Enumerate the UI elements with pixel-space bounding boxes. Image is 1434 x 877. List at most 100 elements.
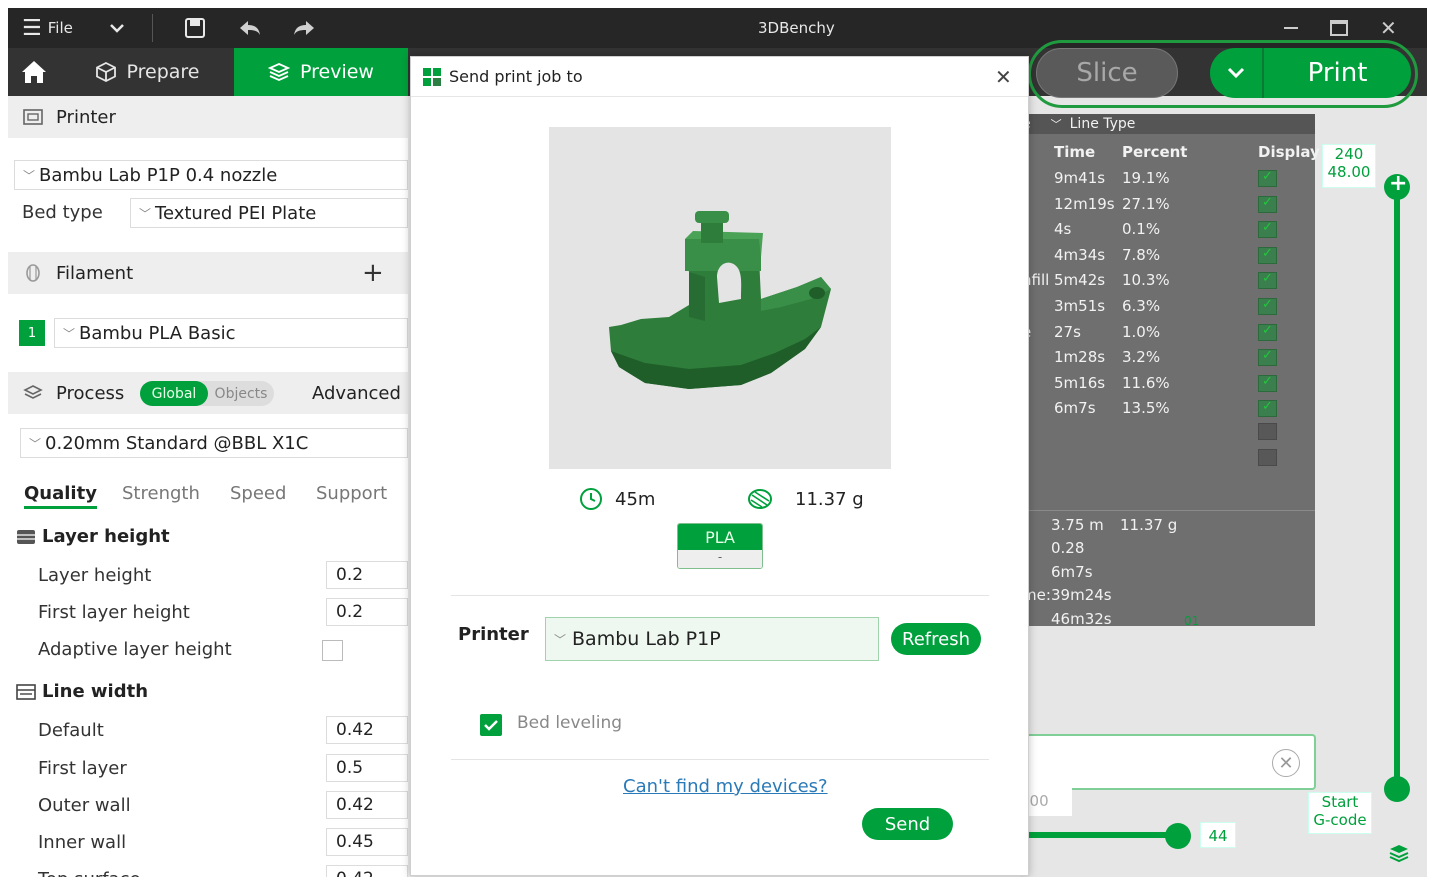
filament-select[interactable]: ﹀ Bambu PLA Basic xyxy=(54,318,408,348)
gcode-search-box[interactable]: ✕ xyxy=(1020,734,1316,790)
line-width-group-label: Line width xyxy=(42,681,149,702)
stats-header-display: Display xyxy=(1258,143,1320,161)
filament-slot-badge[interactable]: 1 xyxy=(19,320,45,346)
toggle-objects[interactable]: Objects xyxy=(208,381,274,406)
clear-icon[interactable]: ✕ xyxy=(1272,749,1300,777)
target-printer-select[interactable]: ﹀ Bambu Lab P1P xyxy=(545,617,879,661)
advanced-label[interactable]: Advanced xyxy=(312,383,401,404)
redo-icon[interactable] xyxy=(292,8,316,48)
layers-icon xyxy=(268,63,291,81)
line-width-default-input[interactable]: 0.42 xyxy=(326,716,408,744)
layer-height-input[interactable]: 0.2 xyxy=(326,561,408,589)
layer-slider-bottom-tag: Start G-code xyxy=(1308,792,1372,834)
process-preset-value: 0.20mm Standard @BBL X1C xyxy=(45,432,309,454)
process-section-title: Process xyxy=(56,382,125,404)
tab-preview[interactable]: Preview xyxy=(234,48,408,96)
add-filament-icon[interactable]: + xyxy=(362,258,384,288)
layer-slider-track[interactable] xyxy=(1394,186,1400,790)
display-checkbox[interactable] xyxy=(1258,271,1277,290)
display-checkbox[interactable] xyxy=(1258,423,1277,440)
filament-section-header[interactable]: Filament + xyxy=(8,252,408,294)
chevron-down-icon: ﹀ xyxy=(23,168,36,183)
layer-height-group-label: Layer height xyxy=(42,526,170,547)
file-menu-label: File xyxy=(47,19,73,37)
bed-type-label: Bed type xyxy=(22,202,103,223)
filament-tag-type: PLA xyxy=(678,524,762,550)
display-checkbox[interactable] xyxy=(1258,169,1277,187)
clock-icon xyxy=(580,488,602,510)
layer-slider-bottom-handle[interactable] xyxy=(1384,776,1410,802)
toolbar-divider xyxy=(152,14,153,42)
display-checkbox[interactable] xyxy=(1258,348,1277,367)
tab-prepare-label: Prepare xyxy=(126,61,200,83)
horizontal-slider-value: 44 xyxy=(1200,822,1236,848)
cant-find-devices-link[interactable]: Can't find my devices? xyxy=(623,776,828,797)
toggle-global[interactable]: Global xyxy=(140,381,208,406)
cube-icon xyxy=(95,61,116,83)
stats-row-percent: 11.6% xyxy=(1122,373,1170,392)
close-icon[interactable]: ✕ xyxy=(995,65,1012,89)
adaptive-layer-height-checkbox[interactable] xyxy=(322,640,343,661)
stats-row-percent: 13.5% xyxy=(1122,399,1170,418)
summary-value: 6m7s xyxy=(1051,562,1093,581)
line-width-first-layer-input[interactable]: 0.5 xyxy=(326,754,408,782)
line-width-inner-wall-input[interactable]: 0.45 xyxy=(326,828,408,856)
display-checkbox[interactable] xyxy=(1258,195,1277,213)
dialog-divider xyxy=(451,595,989,596)
plus-icon: + xyxy=(1389,171,1408,196)
layers-icon[interactable] xyxy=(1388,842,1410,868)
print-button[interactable]: Print xyxy=(1264,58,1411,88)
display-checkbox[interactable] xyxy=(1258,399,1277,418)
stats-row-time: 12m19s xyxy=(1054,194,1115,213)
layer-top-value: 240 xyxy=(1334,145,1364,163)
subtab-support[interactable]: Support xyxy=(316,483,387,504)
subtab-quality[interactable]: Quality xyxy=(24,483,97,509)
line-width-icon xyxy=(16,683,36,700)
slice-button[interactable]: Slice xyxy=(1036,48,1178,98)
printer-select[interactable]: ﹀ Bambu Lab P1P 0.4 nozzle xyxy=(14,160,408,190)
printer-section-header[interactable]: Printer xyxy=(8,96,408,138)
line-width-first-layer-label: First layer xyxy=(38,758,127,779)
line-width-outer-wall-input[interactable]: 0.42 xyxy=(326,791,408,819)
stats-row-time: 4s xyxy=(1054,220,1072,239)
chevron-down-icon: ﹀ xyxy=(554,632,567,647)
display-checkbox[interactable] xyxy=(1258,246,1277,264)
display-checkbox[interactable] xyxy=(1258,323,1277,341)
print-weight-stat: 11.37 g xyxy=(747,487,864,511)
refresh-button[interactable]: Refresh xyxy=(891,623,981,655)
horizontal-slider-track[interactable] xyxy=(1020,832,1176,838)
first-layer-height-input[interactable]: 0.2 xyxy=(326,598,408,626)
target-printer-value: Bambu Lab P1P xyxy=(572,628,721,650)
printer-label: Printer xyxy=(458,624,529,645)
subtab-speed[interactable]: Speed xyxy=(230,483,286,504)
display-checkbox[interactable] xyxy=(1258,297,1277,315)
horizontal-slider-handle[interactable] xyxy=(1165,823,1191,849)
line-width-top-surface-input[interactable]: 0.42 xyxy=(326,865,408,877)
tab-prepare[interactable]: Prepare xyxy=(60,48,234,96)
subtab-strength[interactable]: Strength xyxy=(122,483,200,504)
chevron-down-icon: ﹀ xyxy=(63,326,76,341)
send-button[interactable]: Send xyxy=(862,808,953,840)
display-checkbox[interactable] xyxy=(1258,374,1277,392)
display-checkbox[interactable] xyxy=(1258,220,1277,239)
line-type-dropdown[interactable]: e ﹀ Line Type xyxy=(1020,114,1315,134)
bed-leveling-checkbox[interactable] xyxy=(480,714,502,736)
app-logo-icon xyxy=(423,67,441,86)
process-preset-select[interactable]: ﹀ 0.20mm Standard @BBL X1C xyxy=(20,428,408,458)
home-icon[interactable] xyxy=(8,48,60,96)
print-options-dropdown[interactable] xyxy=(1210,48,1264,98)
preview-viewport[interactable]: e ﹀ Line Type Time Percent Display 9m41s… xyxy=(1020,96,1427,877)
layer-top-height: 48.00 xyxy=(1327,163,1371,181)
display-checkbox[interactable] xyxy=(1258,449,1277,466)
chevron-down-icon[interactable] xyxy=(108,8,126,48)
stats-row-percent: 27.1% xyxy=(1122,194,1170,213)
file-menu[interactable]: ☰ File xyxy=(22,8,73,48)
bed-type-select[interactable]: ﹀ Textured PEI Plate xyxy=(130,198,408,228)
line-type-stats-panel: e ﹀ Line Type Time Percent Display 9m41s… xyxy=(1020,114,1320,628)
summary-value: 3.75 m xyxy=(1051,516,1104,534)
layer-slider-top-handle[interactable]: + xyxy=(1384,171,1410,200)
save-icon[interactable] xyxy=(184,8,206,48)
global-objects-toggle[interactable]: Global Objects xyxy=(140,381,274,406)
adaptive-layer-height-label: Adaptive layer height xyxy=(38,639,232,660)
undo-icon[interactable] xyxy=(238,8,262,48)
